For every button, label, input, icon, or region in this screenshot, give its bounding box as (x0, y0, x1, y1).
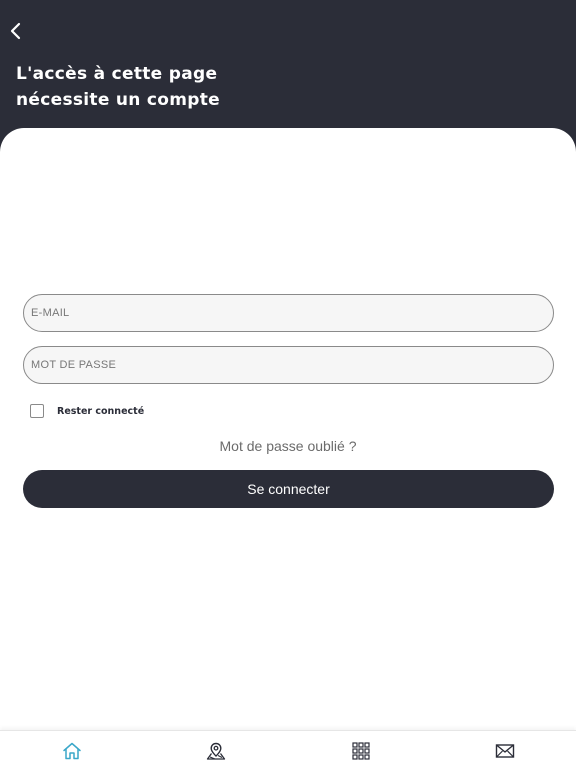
remember-me-label: Rester connecté (57, 405, 145, 417)
tab-map[interactable] (205, 740, 227, 762)
bottom-tab-bar (0, 730, 576, 768)
map-pin-icon (206, 742, 226, 760)
mail-icon (495, 744, 515, 758)
page-title-line-2: nécessite un compte (16, 90, 220, 110)
remember-me-checkbox[interactable] (30, 404, 44, 418)
password-input[interactable] (24, 347, 553, 383)
login-screen: L'accès à cette page nécessite un compte… (0, 0, 576, 768)
tab-home[interactable] (61, 740, 83, 762)
remember-me-row: Rester connecté (30, 404, 144, 418)
grid-icon (352, 742, 370, 760)
forgot-password-link[interactable]: Mot de passe oublié ? (0, 438, 576, 454)
login-button[interactable]: Se connecter (23, 470, 554, 508)
page-title: L'accès à cette page nécessite un compte (16, 61, 316, 113)
back-button[interactable] (4, 19, 28, 43)
tab-mail[interactable] (494, 740, 516, 762)
password-field-wrapper (23, 346, 554, 384)
chevron-left-icon (10, 22, 21, 40)
login-card: Rester connecté Mot de passe oublié ? Se… (0, 128, 576, 730)
home-icon (63, 742, 81, 760)
page-title-line-1: L'accès à cette page (16, 64, 218, 84)
tab-grid[interactable] (350, 740, 372, 762)
email-input[interactable] (24, 295, 553, 331)
email-field-wrapper (23, 294, 554, 332)
